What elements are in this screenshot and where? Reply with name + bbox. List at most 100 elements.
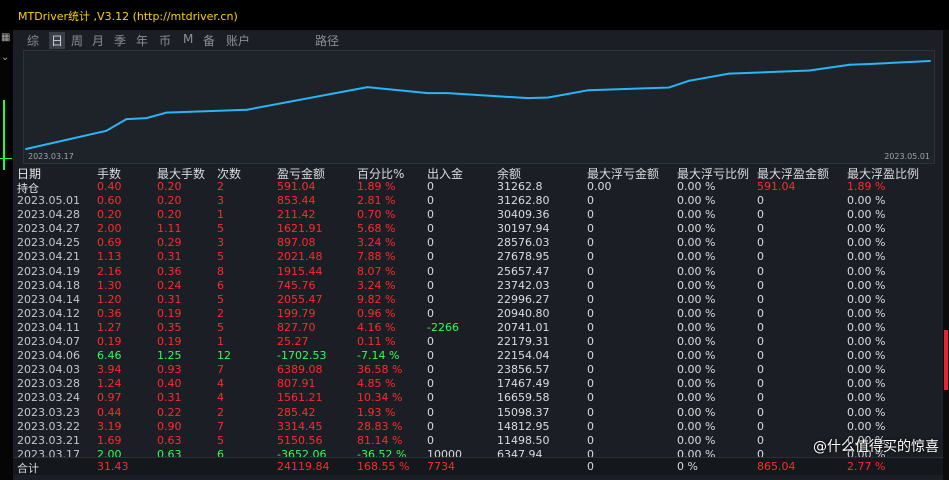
table-row-cell: 0 — [757, 222, 764, 236]
table-row-cell: 30409.36 — [497, 208, 550, 222]
table-row-cell: 0.00 % — [847, 222, 886, 236]
table-row-cell: 0 — [587, 306, 594, 320]
table-row-cell: 0.00 % — [847, 363, 886, 377]
totals-cell: 2.77 % — [847, 460, 886, 473]
table-row-cell: 2023.04.11 — [17, 320, 80, 334]
table-row-cell: 5 — [217, 320, 224, 334]
table-row-cell: 3 — [217, 236, 224, 250]
table-row-cell: 0 — [587, 194, 594, 208]
table-row-cell: 9.82 % — [357, 292, 396, 306]
table-row-cell: 14812.95 — [497, 419, 550, 433]
holding-row: 持仓 0.40 0.20 2 591.04 1.89 % 0 31262.8 0.00 0.00 … — [13, 180, 943, 195]
tab-4[interactable]: 季 — [114, 32, 126, 49]
table-row: 2023.03.28 1.24 0.40 4 807.91 4.85 % 0 17467.49… — [13, 377, 943, 391]
table-row-cell: 0.35 — [157, 320, 182, 334]
tab-2[interactable]: 周 — [71, 32, 83, 49]
table-row-cell: 0 — [587, 391, 594, 405]
table-row: 2023.04.06 6.46 1.25 12 -1702.53 -7.14 % 0 2215… — [13, 349, 943, 363]
equity-point — [728, 72, 731, 75]
table-row-cell: 0.44 — [97, 405, 122, 419]
totals-cell: 0 % — [677, 460, 698, 473]
table-row-cell: 3.24 % — [357, 278, 396, 292]
table-row-cell: 5 — [217, 222, 224, 236]
equity-point — [426, 92, 429, 95]
table-row-cell: 745.76 — [277, 278, 316, 292]
table-row-cell: -1702.53 — [277, 349, 327, 363]
tab-5[interactable]: 年 — [136, 32, 148, 49]
table-row: 2023.05.01 0.60 0.20 3 853.44 2.81 % 0 31262.80… — [13, 194, 943, 208]
table-row-cell: 0.00 % — [847, 405, 886, 419]
table-row-cell: 1 — [217, 208, 224, 222]
table-row-cell: 1.25 — [157, 349, 182, 363]
table-row-cell: 30197.94 — [497, 222, 550, 236]
table-row-cell: 0.00 % — [677, 433, 716, 447]
holding-row-cell: 1.89 % — [357, 180, 396, 193]
table-row-cell: 22154.04 — [497, 349, 550, 363]
table-row: 2023.04.21 1.13 0.31 5 2021.48 7.88 % 0 27678.9… — [13, 250, 943, 264]
equity-point — [145, 117, 148, 120]
tab-10[interactable]: 路径 — [315, 32, 339, 49]
totals-row: 合计 31.43 24119.84 168.55 % 7734 0 0 % 865.04 2.7… — [13, 457, 943, 475]
table-row-cell: 5 — [217, 433, 224, 447]
table-row-cell: 1.30 — [97, 278, 122, 292]
table-row-cell: 0 — [587, 405, 594, 419]
table-row-cell: 0 — [427, 278, 434, 292]
table-row-cell: 0 — [427, 208, 434, 222]
tab-0[interactable]: 综 — [27, 32, 39, 49]
table-row-cell: 0.00 % — [847, 292, 886, 306]
table-row-cell: 0 — [587, 222, 594, 236]
equity-point — [547, 96, 550, 99]
table-row-cell: 2023.04.28 — [17, 208, 80, 222]
table-row-cell: 0 — [427, 377, 434, 391]
gutter-line — [0, 158, 12, 159]
table-row-cell: 2023.04.06 — [17, 349, 80, 363]
tick-mark-icon: ⌄ — [1, 52, 10, 63]
table-row-cell: 0 — [757, 292, 764, 306]
table-row-cell: 0.00 % — [677, 250, 716, 264]
tab-9[interactable]: 账户 — [226, 32, 250, 49]
equity-chart-svg — [25, 60, 931, 150]
table-row-cell: 11498.50 — [497, 433, 550, 447]
tab-3[interactable]: 月 — [92, 32, 104, 49]
table-row-cell: 0 — [757, 194, 764, 208]
table-row-cell: 3 — [217, 194, 224, 208]
table-row-cell: 0.00 % — [677, 377, 716, 391]
tab-8[interactable]: 备 — [203, 32, 215, 49]
table-row-cell: 0 — [427, 236, 434, 250]
table-row-cell: 2.16 — [97, 264, 122, 278]
equity-point — [848, 63, 851, 66]
table-row-cell: 0.00 % — [677, 292, 716, 306]
table-row-cell: 4.85 % — [357, 377, 396, 391]
table-row-cell: 0.00 % — [847, 208, 886, 222]
tab-6[interactable]: 币 — [159, 32, 171, 49]
table-row-cell: 0.96 % — [357, 306, 396, 320]
table-row: 2023.03.23 0.44 0.22 2 285.42 1.93 % 0 15098.37… — [13, 406, 943, 420]
table-row-cell: 81.14 % — [357, 433, 403, 447]
table-row-cell: 8.07 % — [357, 264, 396, 278]
table-row-cell: 0 — [757, 363, 764, 377]
table-row-cell: 2.00 — [97, 222, 122, 236]
table-row: 2023.04.07 0.19 0.19 1 25.27 0.11 % 0 22179.31 0… — [13, 335, 943, 349]
table-row-cell: 0.60 — [97, 194, 122, 208]
tab-7[interactable]: M — [183, 32, 193, 46]
stats-table: 日期 手数 最大手数 次数 盈亏金额 百分比% 出入金 余额 最大浮亏金额 最大浮亏比例 最大浮盈金… — [13, 165, 943, 462]
left-gutter: ▦ ⌄ — [0, 30, 14, 480]
table-row-cell: 2023.03.24 — [17, 391, 80, 405]
equity-chart: 2023.03.17 2023.05.01 — [23, 50, 935, 164]
table-row-cell: 0.00 % — [677, 363, 716, 377]
table-row-cell: 0 — [587, 208, 594, 222]
table-row-cell: 2023.04.07 — [17, 335, 80, 349]
table-row-cell: 4.16 % — [357, 320, 396, 334]
holding-row-cell: 2 — [217, 180, 224, 193]
totals-cell: 865.04 — [757, 460, 796, 473]
table-row-cell: 2023.03.28 — [17, 377, 80, 391]
table-row: 2023.04.18 1.30 0.24 6 745.76 3.24 % 0 23742.03… — [13, 279, 943, 293]
table-row-cell: 0.00 % — [677, 236, 716, 250]
table-row-cell: 1.13 — [97, 250, 122, 264]
table-row-cell: 199.79 — [277, 306, 316, 320]
table-row-cell: 0.00 % — [847, 236, 886, 250]
table-row-cell: 0.31 — [157, 250, 182, 264]
watermark: @什么值得买的惊喜 — [813, 439, 939, 455]
table-row-cell: 2021.48 — [277, 250, 323, 264]
tab-1[interactable]: 日 — [49, 32, 66, 49]
